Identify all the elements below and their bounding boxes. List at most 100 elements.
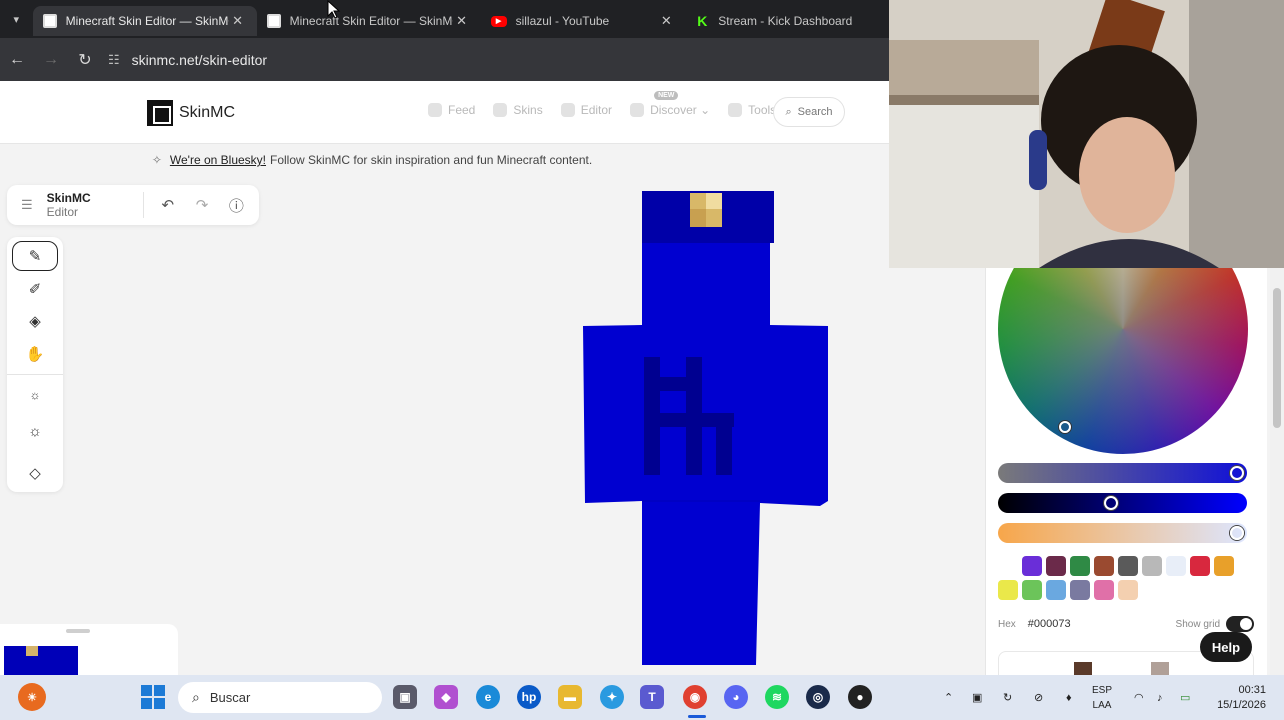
color-swatch[interactable]	[1070, 556, 1090, 576]
help-button[interactable]: Help	[1200, 632, 1252, 662]
obs-icon[interactable]: ●	[848, 685, 872, 709]
steve-head-icon[interactable]	[1074, 662, 1092, 676]
skin-hair-shade	[690, 209, 706, 227]
slider-knob[interactable]	[1104, 496, 1118, 510]
language-indicator[interactable]: ESP LAA	[1092, 683, 1112, 713]
drag-handle[interactable]	[66, 629, 90, 633]
tab-youtube[interactable]: ▶ sillazul - YouTube ✕	[481, 6, 686, 36]
tray-muted-icon[interactable]: ⊘	[1034, 675, 1043, 720]
tab-title: sillazul - YouTube	[515, 14, 610, 28]
close-tab-icon[interactable]: ✕	[229, 13, 247, 29]
tab-skinmc-1[interactable]: Minecraft Skin Editor — SkinMC ✕	[32, 6, 257, 36]
tab-kick[interactable]: K Stream - Kick Dashboard	[685, 6, 890, 36]
hp-icon[interactable]: hp	[517, 685, 541, 709]
saturation-slider[interactable]	[998, 463, 1247, 483]
reload-icon[interactable]: ↻	[68, 43, 102, 77]
task-view-icon[interactable]: ▣	[393, 685, 417, 709]
color-swatch[interactable]	[1094, 580, 1114, 600]
tab-search-menu-icon[interactable]: ▾	[0, 0, 33, 38]
color-swatch[interactable]	[1070, 580, 1090, 600]
back-icon[interactable]: ←	[0, 43, 34, 77]
color-swatch[interactable]	[1046, 556, 1066, 576]
copilot-icon[interactable]: ◆	[434, 685, 458, 709]
color-wheel-cursor[interactable]	[1059, 421, 1071, 433]
skin-torso	[642, 243, 770, 325]
taskbar-search[interactable]: ⌕ Buscar	[178, 682, 382, 713]
color-swatch[interactable]	[1094, 556, 1114, 576]
show-hidden-icons[interactable]: ⌃	[944, 675, 953, 720]
windows-taskbar: ☀ ⌕ Buscar ▣ ◆ e hp ▬ ✦ T ◉ ◕ ≋ ◎ ● ⌃ ▣ …	[0, 675, 1284, 720]
page-scrollbar[interactable]	[1270, 268, 1284, 675]
slider-knob[interactable]	[1230, 466, 1244, 480]
windows-start-icon[interactable]	[141, 685, 165, 709]
tray-sync-icon[interactable]: ↻	[1003, 675, 1012, 720]
brightness-slider[interactable]	[998, 493, 1247, 513]
color-swatch[interactable]	[1118, 556, 1138, 576]
scrollbar-thumb[interactable]	[1273, 288, 1281, 428]
headset	[1029, 130, 1047, 190]
clock[interactable]: 00:31 15/1/2026	[1196, 683, 1266, 713]
divider	[7, 374, 63, 375]
cabinet	[889, 105, 1039, 268]
eyedropper-icon[interactable]: ✐	[12, 274, 58, 304]
tray-app-icon[interactable]: ▣	[972, 675, 982, 720]
skin-pattern	[716, 413, 732, 475]
spotify-icon[interactable]: ≋	[765, 685, 789, 709]
color-swatch[interactable]	[1190, 556, 1210, 576]
file-explorer-icon[interactable]: ▬	[558, 685, 582, 709]
volume-icon[interactable]: ♪	[1157, 675, 1163, 720]
right-wall	[1189, 0, 1284, 268]
forward-icon[interactable]: →	[34, 43, 68, 77]
skin-thumbnail[interactable]	[4, 646, 78, 675]
color-swatch[interactable]	[998, 556, 1018, 576]
lighten-icon[interactable]: ☼	[12, 416, 58, 446]
microphone-icon[interactable]: ♦	[1066, 675, 1072, 720]
pen-icon[interactable]: ✎	[12, 241, 58, 271]
edge-icon[interactable]: e	[476, 685, 500, 709]
discord-icon[interactable]: ◕	[724, 685, 748, 709]
close-tab-icon[interactable]: ✕	[453, 13, 471, 29]
darken-icon[interactable]: ☼	[12, 380, 58, 410]
color-swatch[interactable]	[1046, 580, 1066, 600]
color-swatch[interactable]	[998, 580, 1018, 600]
color-wheel[interactable]	[998, 268, 1248, 454]
show-grid-toggle[interactable]	[1226, 616, 1254, 632]
alpha-slider[interactable]	[998, 523, 1247, 543]
color-swatch[interactable]	[1118, 580, 1138, 600]
teams-icon[interactable]: T	[640, 685, 664, 709]
clock-date: 15/1/2026	[1217, 699, 1266, 711]
eraser-icon[interactable]: ◇	[12, 458, 58, 488]
wifi-icon[interactable]: ◠	[1134, 675, 1144, 720]
search-icon: ⌕	[192, 689, 200, 705]
color-swatch[interactable]	[1022, 556, 1042, 576]
tab-skinmc-2[interactable]: Minecraft Skin Editor — SkinMC ✕	[257, 6, 481, 36]
undo-icon[interactable]: ↶	[156, 196, 179, 214]
layout-code: LAA	[1092, 700, 1112, 711]
battery-icon[interactable]: ▭	[1180, 675, 1190, 720]
youtube-favicon-icon: ▶	[490, 15, 507, 27]
color-swatch[interactable]	[1214, 556, 1234, 576]
tab-title: Stream - Kick Dashboard	[718, 14, 853, 28]
skin-pattern	[644, 377, 702, 391]
color-swatch[interactable]	[1166, 556, 1186, 576]
color-swatch[interactable]	[1022, 580, 1042, 600]
weather-widget-icon[interactable]: ☀	[18, 683, 46, 711]
slider-knob[interactable]	[1230, 526, 1244, 540]
close-tab-icon[interactable]: ✕	[657, 13, 675, 29]
active-app-indicator	[688, 715, 706, 718]
url-field[interactable]: ☷ skinmc.net/skin-editor	[108, 52, 267, 68]
help-circle-icon[interactable]: ⓘ	[225, 195, 248, 216]
bucket-icon[interactable]: ◈	[12, 306, 58, 336]
chrome-icon[interactable]: ◉	[683, 685, 707, 709]
hex-value[interactable]: #000073	[1028, 618, 1071, 630]
redo-icon[interactable]: ↷	[190, 196, 213, 214]
alex-head-icon[interactable]	[1151, 662, 1169, 676]
skin-preview[interactable]	[0, 81, 890, 675]
hand-icon[interactable]: ✋	[12, 339, 58, 369]
app-icon[interactable]: ✦	[600, 685, 624, 709]
site-info-icon[interactable]: ☷	[108, 52, 120, 68]
menu-icon[interactable]: ☰	[21, 197, 33, 213]
color-swatch[interactable]	[1142, 556, 1162, 576]
website: SkinMC Feed Skins Editor Discover NEW ⌄ T…	[0, 81, 890, 675]
steam-icon[interactable]: ◎	[806, 685, 830, 709]
